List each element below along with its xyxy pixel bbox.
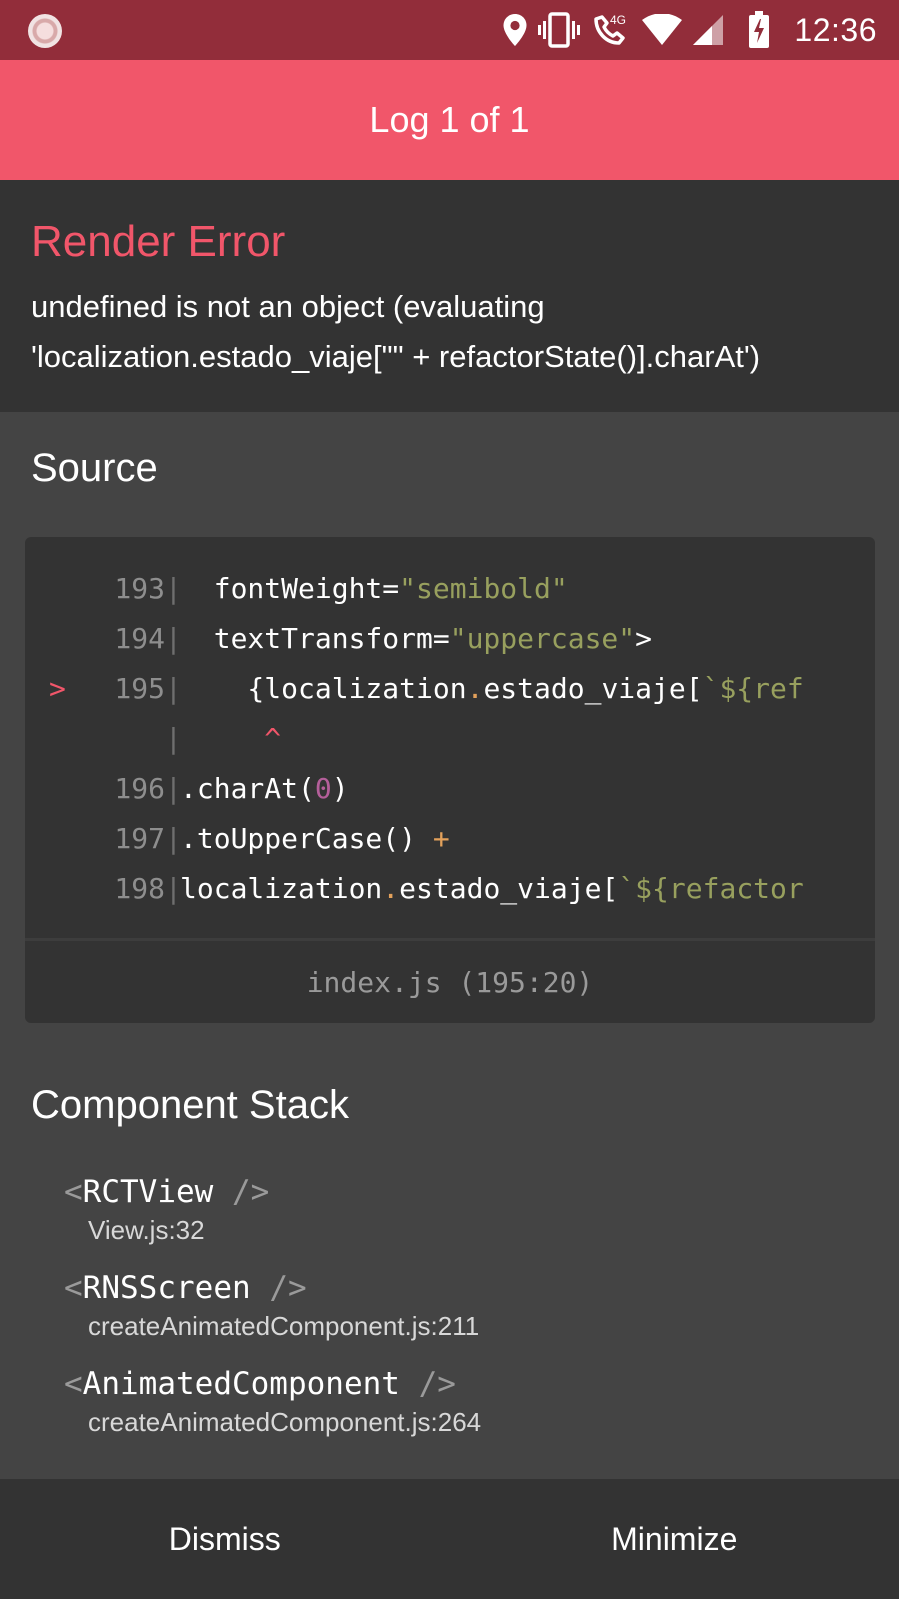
- app-notification-icon: [28, 14, 62, 48]
- line-number: 197: [114, 822, 165, 855]
- code-text: textTransform="uppercase">: [180, 622, 653, 655]
- error-line-marker: >: [49, 672, 66, 705]
- vibrate-icon: [538, 12, 581, 48]
- code-line: 198 | localization.estado_viaje[`${refacto…: [25, 864, 875, 914]
- source-title: Source: [31, 446, 158, 490]
- minimize-button[interactable]: Minimize: [450, 1479, 899, 1599]
- source-code-card[interactable]: 193 | fontWeight="semibold" 194 | textTrans…: [25, 537, 875, 1023]
- wifi-calling-icon: 4G: [590, 11, 632, 49]
- code-text: fontWeight="semibold": [180, 572, 568, 605]
- line-number: 195: [114, 672, 165, 705]
- error-message: undefined is not an object (evaluating '…: [31, 289, 761, 374]
- frame-location: View.js:32: [88, 1215, 205, 1245]
- status-bar: 4G 12:36: [0, 0, 899, 60]
- component-stack-title: Component Stack: [31, 1083, 349, 1127]
- component-stack-list: <RCTView /> View.js:32 <RNSScreen /> create…: [64, 1172, 864, 1460]
- status-time: 12:36: [794, 11, 877, 48]
- network-type-label: 4G: [610, 13, 626, 27]
- code-line: 196 | .charAt(0): [25, 764, 875, 814]
- bottom-action-bar: Dismiss Minimize: [0, 1479, 899, 1599]
- frame-location: createAnimatedComponent.js:211: [88, 1311, 480, 1341]
- code-text: localization.estado_viaje[`${refactor: [180, 872, 804, 905]
- code-line: 194 | textTransform="uppercase">: [25, 614, 875, 664]
- line-number: 194: [114, 622, 165, 655]
- frame-component-name: <AnimatedComponent />: [64, 1366, 456, 1402]
- line-number: 196: [114, 772, 165, 805]
- component-stack-frame[interactable]: <RNSScreen /> createAnimatedComponent.js:…: [64, 1268, 864, 1364]
- source-file-location[interactable]: index.js (195:20): [25, 938, 875, 1023]
- dismiss-button[interactable]: Dismiss: [0, 1479, 450, 1599]
- code-text: ^: [264, 722, 282, 755]
- component-stack-frame[interactable]: <RCTView /> View.js:32: [64, 1172, 864, 1268]
- error-block: Render Error undefined is not an object …: [0, 180, 899, 412]
- frame-component-name: <RNSScreen />: [64, 1270, 307, 1306]
- code-line: >195 | {localization.estado_viaje[`${ref: [25, 664, 875, 714]
- frame-component-name: <RCTView />: [64, 1174, 270, 1210]
- header-title: Log 1 of 1: [369, 99, 530, 140]
- location-icon: [502, 13, 528, 47]
- code-lines: 193 | fontWeight="semibold" 194 | textTrans…: [25, 537, 875, 937]
- status-icons: 4G 12:36: [502, 10, 899, 50]
- code-text: {localization.estado_viaje[`${ref: [180, 672, 804, 705]
- wifi-icon: [642, 14, 683, 46]
- code-text: .charAt(0): [180, 772, 349, 805]
- frame-location: createAnimatedComponent.js:264: [88, 1407, 482, 1437]
- log-header: Log 1 of 1: [0, 60, 899, 180]
- code-text: .toUpperCase() +: [180, 822, 450, 855]
- error-title: Render Error: [31, 217, 286, 266]
- cell-signal-icon: [692, 14, 724, 46]
- line-number: 198: [114, 872, 165, 905]
- line-number: 193: [114, 572, 165, 605]
- code-line: 197 | .toUpperCase() +: [25, 814, 875, 864]
- component-stack-frame[interactable]: <AnimatedComponent /> createAnimatedCompo…: [64, 1364, 864, 1460]
- code-line: | ^: [25, 714, 875, 764]
- battery-charging-icon: [748, 11, 770, 49]
- code-line: 193 | fontWeight="semibold": [25, 564, 875, 614]
